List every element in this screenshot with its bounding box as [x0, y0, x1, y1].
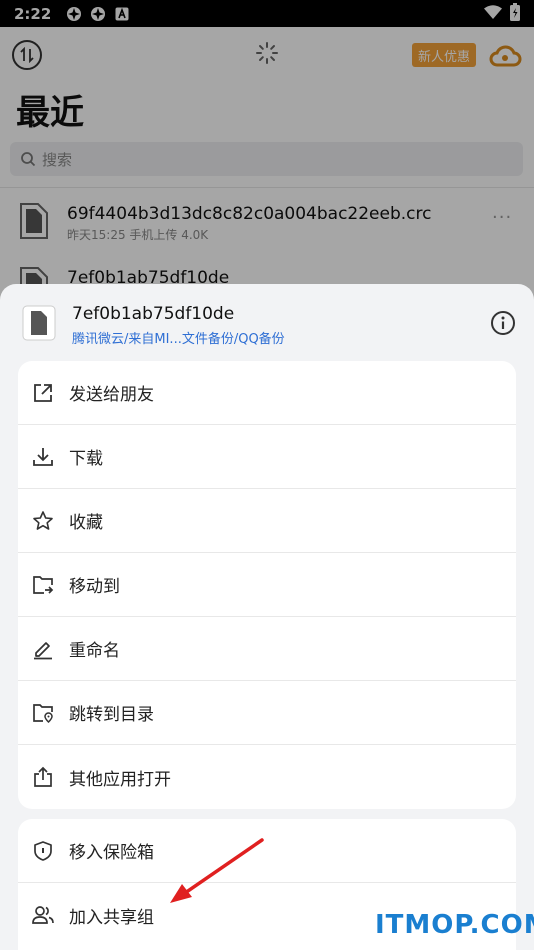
group-users-icon [31, 903, 55, 927]
star-icon [31, 509, 55, 533]
share-icon [31, 381, 55, 405]
file-actions-sheet: 7ef0b1ab75df10de 腾讯微云/来自MI...文件备份/QQ备份 发… [0, 284, 534, 950]
menu-item-label: 移动到 [69, 577, 120, 597]
menu-item-label: 其他应用打开 [69, 769, 171, 790]
menu-item-rename[interactable]: 重命名 [18, 617, 516, 681]
menu-item-label: 收藏 [69, 513, 103, 533]
menu-item-label: 重命名 [69, 641, 120, 661]
menu-item-favorite[interactable]: 收藏 [18, 489, 516, 553]
menu-item-move-to-safe[interactable]: 移入保险箱 [18, 819, 516, 883]
menu-item-label: 加入共享组 [69, 907, 154, 928]
open-with-icon [31, 765, 55, 789]
menu-item-label: 发送给朋友 [69, 385, 154, 405]
info-icon[interactable] [490, 310, 516, 336]
sheet-file-name: 7ef0b1ab75df10de [72, 304, 235, 324]
menu-item-download[interactable]: 下载 [18, 425, 516, 489]
sheet-header: 7ef0b1ab75df10de 腾讯微云/来自MI...文件备份/QQ备份 [0, 284, 534, 360]
menu-item-open-with[interactable]: 其他应用打开 [18, 745, 516, 809]
folder-locate-icon [31, 701, 55, 725]
actions-group-primary: 发送给朋友 下载 收藏 移动到 重命名 跳转到目录 其他应用打开 [18, 361, 516, 809]
menu-item-label: 移入保险箱 [69, 843, 154, 863]
watermark-text: ITMOP.COM [375, 910, 534, 940]
download-icon [31, 445, 55, 469]
menu-item-move-to[interactable]: 移动到 [18, 553, 516, 617]
file-icon [22, 305, 56, 341]
menu-item-send-to-friend[interactable]: 发送给朋友 [18, 361, 516, 425]
shield-icon [31, 839, 55, 863]
sheet-file-path[interactable]: 腾讯微云/来自MI...文件备份/QQ备份 [72, 328, 285, 347]
menu-item-go-to-directory[interactable]: 跳转到目录 [18, 681, 516, 745]
move-folder-icon [31, 573, 55, 597]
pencil-icon [31, 637, 55, 661]
menu-item-label: 跳转到目录 [69, 705, 154, 725]
menu-item-label: 下载 [69, 449, 103, 469]
